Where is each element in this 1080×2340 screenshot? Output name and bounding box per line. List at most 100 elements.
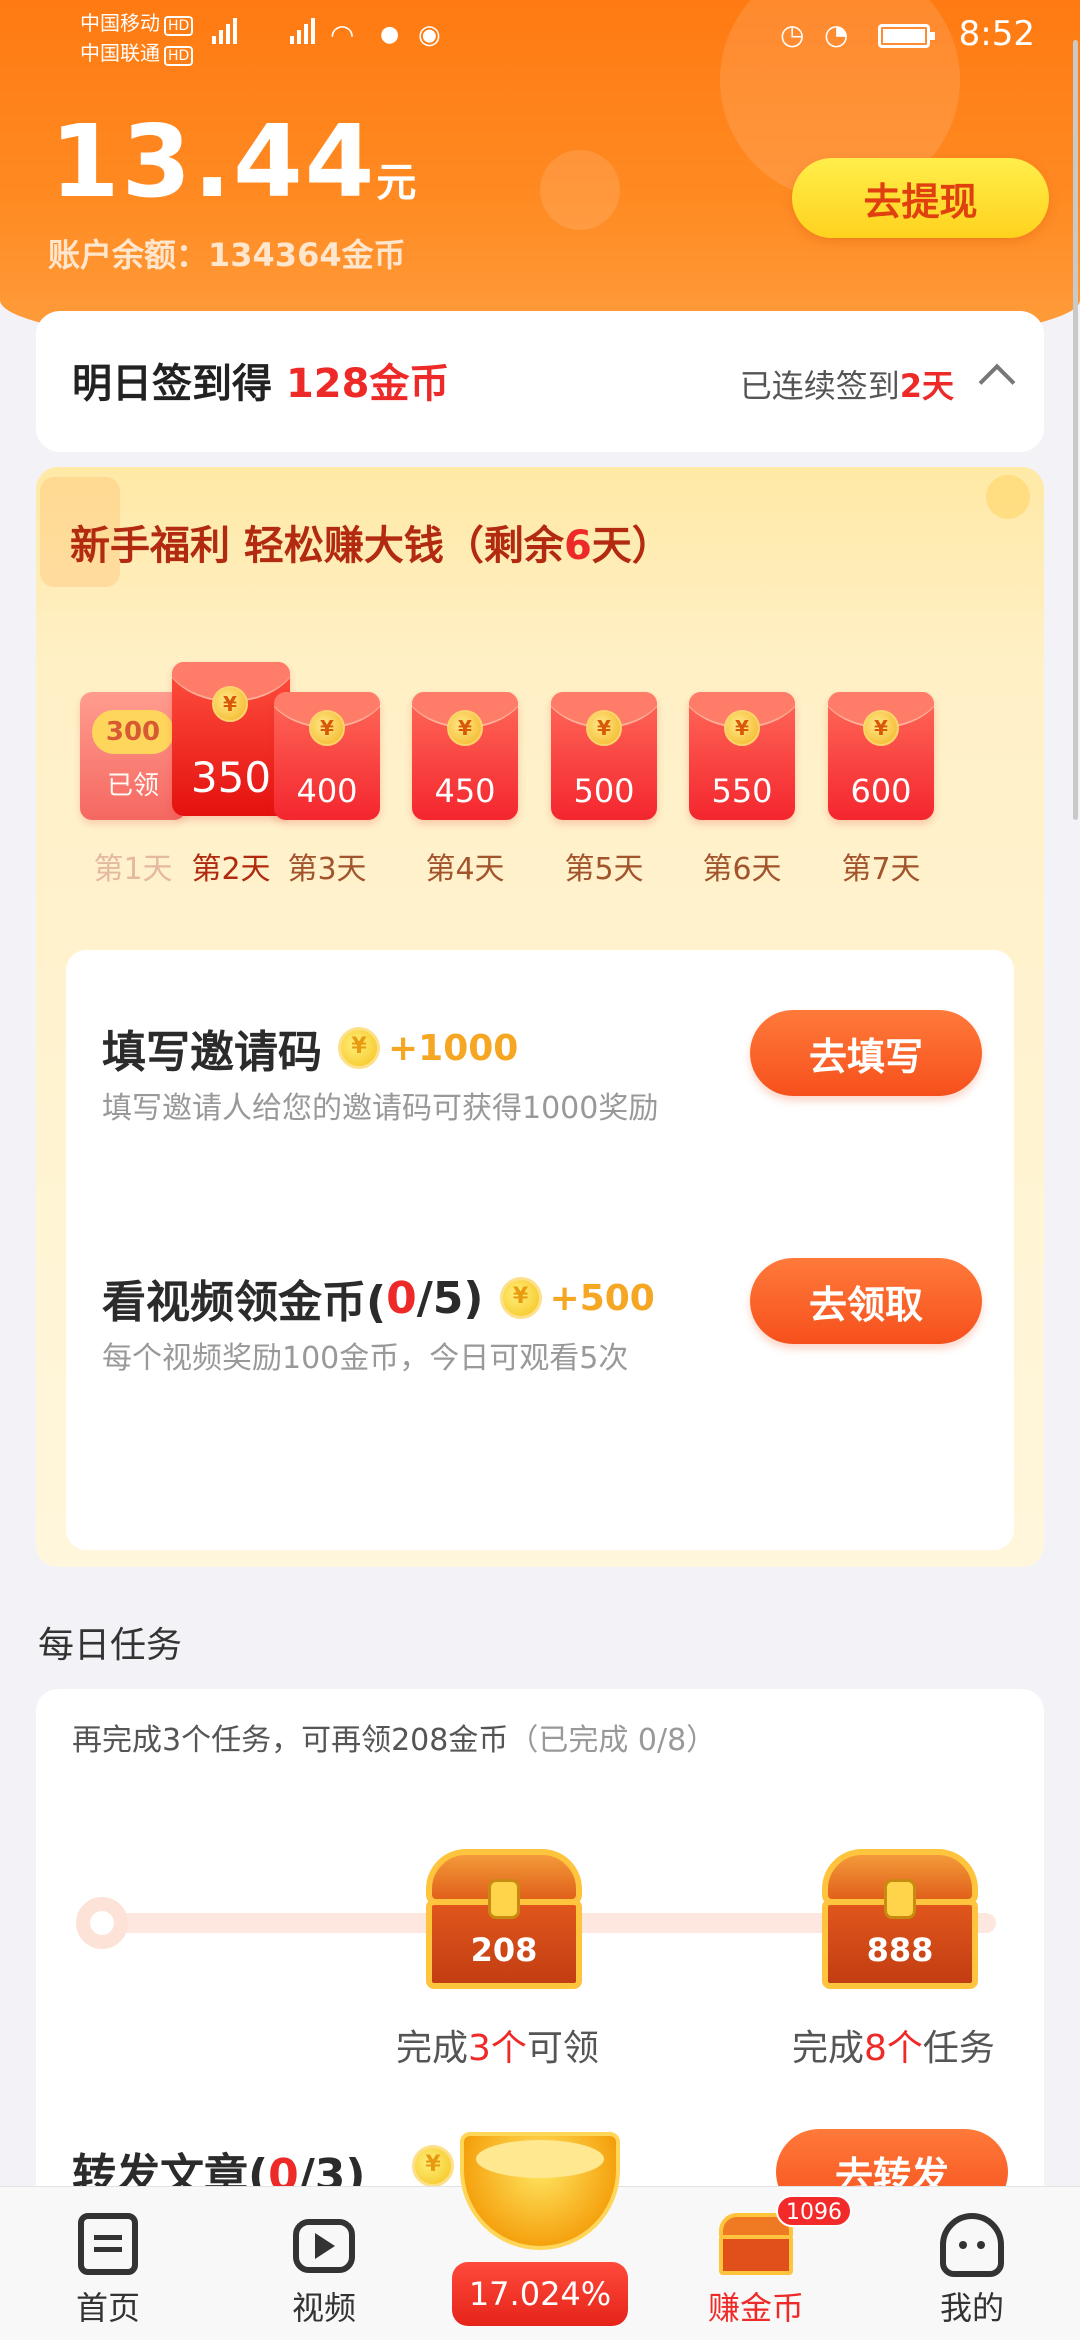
balance-unit: 元: [376, 160, 417, 206]
chest-label: 完成3个可领: [396, 2019, 599, 2071]
progress-start-dot: [76, 1897, 128, 1949]
envelope-value: 450: [434, 772, 496, 810]
gold-bowl-icon: [460, 2132, 620, 2250]
daily-tasks-heading: 每日任务: [38, 1625, 183, 1666]
treasure-chest-888[interactable]: 888: [822, 1849, 978, 1989]
scrollbar[interactable]: [1073, 40, 1078, 820]
red-envelope-day6[interactable]: ¥ 550: [689, 692, 795, 820]
envelope-value: 600: [850, 772, 912, 810]
treasure-chest-208[interactable]: 208: [426, 1849, 582, 1989]
tab-video[interactable]: 视频: [244, 2187, 404, 2340]
day-label: 第6天: [702, 852, 782, 887]
tab-mine[interactable]: 我的: [892, 2187, 1052, 2340]
daily-subtitle: 再完成3个任务，可再领208金币（已完成 0/8）: [72, 1715, 716, 1759]
newbie-days-left: 6: [563, 523, 592, 569]
envelope-value: 550: [711, 772, 773, 810]
signin-reward: 128金币: [285, 361, 450, 407]
task-title-suffix: /5): [416, 1272, 484, 1324]
task-progress: 0: [386, 1272, 417, 1324]
alarm-icon: ◷: [780, 18, 805, 51]
fill-invite-code-button[interactable]: 去填写: [750, 1010, 982, 1096]
chest-value: 208: [470, 1931, 538, 1969]
newbie-title: 新手福利 轻松赚大钱（剩余6天）: [70, 513, 672, 571]
gold-bowl-tab[interactable]: 17.024%: [452, 2122, 628, 2340]
bowl-progress-percent: 17.024%: [452, 2262, 628, 2326]
lock-icon: [884, 1879, 916, 1919]
newbie-title-prefix: 新手福利 轻松赚大钱（剩余: [70, 523, 564, 569]
red-envelope-day4[interactable]: ¥ 450: [412, 692, 518, 820]
streak-value: 2天: [899, 367, 954, 405]
yuan-coin-icon: ¥: [586, 710, 622, 746]
home-icon: [78, 2213, 138, 2275]
lock-icon: [488, 1879, 520, 1919]
earn-coins-page: 中国移动 HD 中国联通 HD ◠ ● ◉ ◷ ◔ 8:52 13.44元 账户余额…: [0, 0, 1080, 2340]
envelope-value: 400: [296, 772, 358, 810]
envelope-value: 500: [573, 772, 635, 810]
red-envelope-day5[interactable]: ¥ 500: [551, 692, 657, 820]
chest-value: 888: [866, 1931, 934, 1969]
carrier-info: 中国移动 HD 中国联通 HD: [80, 8, 194, 68]
signin-streak: 已连续签到2天: [740, 361, 954, 407]
chest-label-suffix: 任务: [922, 2028, 995, 2069]
task-invite-code: 填写邀请码 +1000 填写邀请人给您的邀请码可获得1000奖励 去填写: [102, 1010, 982, 1130]
yuan-coin-icon: ¥: [863, 710, 899, 746]
newbie-welfare-section: 新手福利 轻松赚大钱（剩余6天） 300 已领 ¥ 350 ¥ 400 ¥ 45…: [36, 467, 1044, 1567]
hd-badge: HD: [164, 46, 194, 66]
task-watch-video: 看视频领金币(0/5) +500 每个视频奖励100金币，今日可观看5次 去领取: [102, 1258, 982, 1380]
chest-label: 完成8个任务: [792, 2019, 995, 2071]
coin-icon: [338, 1027, 380, 1069]
signin-prefix: 明日签到得: [72, 361, 286, 407]
yuan-coin-icon: ¥: [212, 686, 248, 722]
header-banner: 中国移动 HD 中国联通 HD ◠ ● ◉ ◷ ◔ 8:52 13.44元 账户余额…: [0, 0, 1080, 360]
tab-label: 赚金币: [707, 2289, 804, 2327]
wechat-icon: ◉: [418, 20, 441, 50]
task-reward: +500: [549, 1277, 655, 1319]
coin-decor-icon: [986, 475, 1030, 519]
carrier-1: 中国移动: [80, 11, 160, 35]
chest-label-num: 8个: [864, 2028, 923, 2069]
envelope-value: 300: [92, 710, 174, 754]
tab-earn-coins[interactable]: 1096 赚金币: [676, 2187, 852, 2340]
claim-video-coins-button[interactable]: 去领取: [750, 1258, 982, 1344]
carrier-2: 中国联通: [80, 41, 160, 65]
signal-icon: [290, 18, 315, 44]
withdraw-button[interactable]: 去提现: [792, 158, 1049, 238]
battery-icon: [878, 24, 935, 48]
status-bar: 中国移动 HD 中国联通 HD ◠ ● ◉ ◷ ◔ 8:52: [0, 0, 1080, 70]
coin-icon: [499, 1277, 542, 1319]
video-icon: [293, 2219, 355, 2273]
signin-card[interactable]: 明日签到得 128金币 已连续签到2天: [36, 311, 1044, 452]
task-title-text: 填写邀请码: [102, 1027, 322, 1078]
task-description: 每个视频奖励100金币，今日可观看5次: [102, 1341, 629, 1376]
wifi-icon: ◠: [330, 18, 355, 51]
chevron-up-icon[interactable]: [978, 363, 1016, 401]
yuan-coin-icon: ¥: [309, 710, 345, 746]
red-envelope-day7[interactable]: ¥ 600: [828, 692, 934, 820]
decor-circle: [540, 150, 620, 230]
notification-badge: 1096: [776, 2195, 852, 2227]
data-speed-icon: ◔: [824, 18, 849, 51]
red-envelope-day3[interactable]: ¥ 400: [274, 692, 380, 820]
day-label: 第7天: [841, 852, 921, 887]
red-envelope-day1[interactable]: 300 已领: [80, 692, 186, 820]
hd-badge: HD: [164, 16, 194, 36]
red-envelope-day2[interactable]: ¥ 350: [172, 662, 290, 816]
chest-label-num: 3个: [468, 2028, 527, 2069]
newbie-task-card: 填写邀请码 +1000 填写邀请人给您的邀请码可获得1000奖励 去填写 看视频…: [66, 950, 1014, 1550]
coin-balance: 账户余额：134364金币: [48, 236, 406, 274]
chest-body: [719, 2235, 793, 2275]
newbie-title-suffix: 天）: [591, 523, 672, 569]
yuan-coin-icon: ¥: [724, 710, 760, 746]
day-label: 第5天: [564, 852, 644, 887]
task-title-prefix: 看视频领金币(: [102, 1277, 387, 1328]
daily-envelopes: 300 已领 ¥ 350 ¥ 400 ¥ 450 ¥ 500 ¥ 550 ¥ 6…: [64, 662, 1024, 892]
clock: 8:52: [958, 14, 1035, 54]
claimed-label: 已领: [106, 771, 159, 801]
tab-home[interactable]: 首页: [28, 2187, 188, 2340]
chest-label-prefix: 完成: [792, 2028, 865, 2069]
task-reward: +1000: [388, 1027, 519, 1069]
daily-subtitle-text: 再完成3个任务，可再领208金币: [72, 1723, 509, 1758]
app-notification-icon: ●: [380, 22, 400, 47]
envelope-value: 350: [190, 753, 272, 802]
chest-label-suffix: 可领: [526, 2028, 599, 2069]
